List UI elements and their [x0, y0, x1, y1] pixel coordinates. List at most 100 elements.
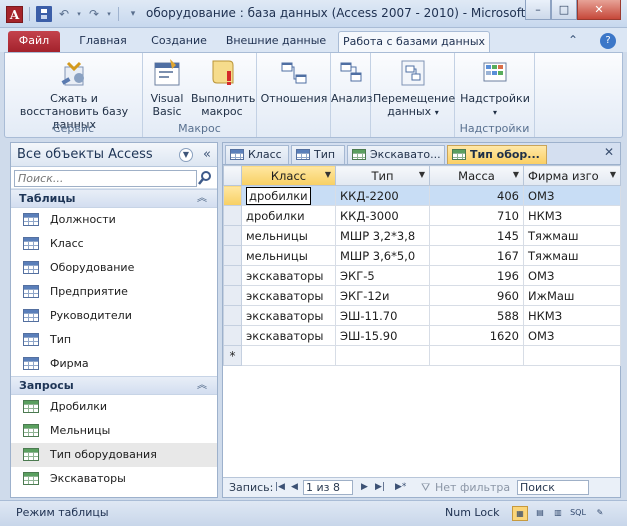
table-cell[interactable]: ЭКГ-5 — [335, 265, 430, 286]
redo-dropdown-icon[interactable]: ▾ — [106, 6, 112, 22]
table-row[interactable]: экскаваторы ЭШ-11.70 588 НКМЗ — [223, 305, 621, 326]
first-record-icon[interactable]: |◀ — [275, 478, 285, 497]
row-selector[interactable] — [223, 285, 242, 306]
next-record-icon[interactable]: ▶ — [361, 478, 368, 497]
help-icon[interactable]: ? — [600, 33, 616, 49]
filter-icon[interactable]: ⛛ — [421, 478, 430, 497]
table-cell[interactable]: ОМЗ — [523, 325, 621, 346]
run-macro-button[interactable]: Выполнить макрос — [191, 57, 255, 118]
nav-table-item[interactable]: Тип — [11, 328, 217, 352]
table-cell[interactable]: мельницы — [241, 245, 336, 266]
nav-section-tables[interactable]: Таблицы ︽ — [11, 189, 217, 208]
section-collapse-icon[interactable]: ︽ — [197, 190, 207, 207]
row-selector[interactable] — [223, 205, 242, 226]
nav-query-item[interactable]: Тип оборудования — [11, 443, 217, 467]
table-cell[interactable]: НКМЗ — [523, 205, 621, 226]
relationships-button[interactable]: Отношения — [259, 57, 329, 105]
redo-icon[interactable]: ↷ — [86, 6, 102, 22]
table-cell[interactable]: ЭШ-15.90 — [335, 325, 430, 346]
sort-filter-icon[interactable]: ▼ — [325, 170, 331, 179]
move-data-button[interactable]: Перемещение данных ▾ — [373, 57, 455, 119]
column-header-mass[interactable]: Масса ▼ — [429, 165, 524, 186]
nav-dropdown-icon[interactable]: ▼ — [179, 148, 193, 162]
table-row[interactable]: мельницы МШР 3,2*3,8 145 Тяжмаш — [223, 225, 621, 246]
doc-tab-class[interactable]: Класс — [225, 145, 289, 164]
table-cell[interactable]: ЭШ-11.70 — [335, 305, 430, 326]
last-record-icon[interactable]: ▶| — [375, 478, 385, 497]
visual-basic-button[interactable]: Visual Basic — [147, 57, 187, 118]
undo-dropdown-icon[interactable]: ▾ — [76, 6, 82, 22]
minimize-button[interactable]: – — [525, 0, 551, 20]
table-cell[interactable]: 588 — [429, 305, 524, 326]
row-selector[interactable] — [223, 305, 242, 326]
table-cell[interactable]: экскаваторы — [241, 325, 336, 346]
maximize-button[interactable]: □ — [551, 0, 577, 20]
nav-collapse-icon[interactable]: « — [203, 143, 211, 166]
row-selector[interactable] — [223, 185, 242, 206]
table-cell[interactable] — [335, 345, 430, 366]
nav-query-item[interactable]: Экскаваторы — [11, 467, 217, 491]
new-record-icon[interactable]: ▶* — [395, 478, 406, 497]
table-cell[interactable]: ОМЗ — [523, 265, 621, 286]
record-search-input[interactable]: Поиск — [517, 480, 589, 495]
access-app-icon[interactable]: A — [6, 5, 23, 23]
sort-filter-icon[interactable]: ▼ — [513, 170, 519, 179]
close-document-icon[interactable]: ✕ — [604, 145, 614, 159]
filter-status[interactable]: Нет фильтра — [435, 478, 510, 497]
tab-database-tools[interactable]: Работа с базами данных — [338, 31, 490, 52]
sql-view-button[interactable]: SQL — [567, 506, 589, 521]
table-row[interactable]: экскаваторы ЭКГ-12и 960 ИжМаш — [223, 285, 621, 306]
row-selector[interactable] — [223, 265, 242, 286]
nav-table-item[interactable]: Класс — [11, 232, 217, 256]
table-row[interactable]: экскаваторы ЭКГ-5 196 ОМЗ — [223, 265, 621, 286]
datasheet-view-icon[interactable]: ▦ — [512, 506, 528, 521]
record-position-field[interactable]: 1 из 8 — [303, 480, 353, 495]
select-all-cell[interactable] — [223, 165, 242, 186]
nav-section-queries[interactable]: Запросы ︽ — [11, 376, 217, 395]
table-cell[interactable]: Тяжмаш — [523, 225, 621, 246]
table-cell[interactable]: МШР 3,2*3,8 — [335, 225, 430, 246]
table-cell[interactable] — [241, 345, 336, 366]
nav-table-item[interactable]: Фирма — [11, 352, 217, 376]
doc-tab-excavators[interactable]: Экскавато... — [347, 145, 445, 164]
table-cell[interactable] — [523, 345, 621, 366]
nav-table-item[interactable]: Руководители — [11, 304, 217, 328]
table-cell[interactable]: Тяжмаш — [523, 245, 621, 266]
nav-table-item[interactable]: Предприятие — [11, 280, 217, 304]
minimize-ribbon-icon[interactable]: ⌃ — [568, 33, 578, 47]
row-selector[interactable] — [223, 225, 242, 246]
table-cell[interactable]: 406 — [429, 185, 524, 206]
table-cell[interactable]: 167 — [429, 245, 524, 266]
doc-tab-type[interactable]: Тип — [291, 145, 345, 164]
pivot-chart-view-icon[interactable]: ▥ — [550, 506, 566, 521]
nav-query-item[interactable]: Мельницы — [11, 419, 217, 443]
table-cell[interactable]: НКМЗ — [523, 305, 621, 326]
table-cell[interactable]: дробилки — [241, 205, 336, 226]
pivot-table-view-icon[interactable]: ▤ — [532, 506, 548, 521]
nav-table-item[interactable]: Должности — [11, 208, 217, 232]
column-header-manufacturer[interactable]: Фирма изго ▼ — [523, 165, 621, 186]
new-record-marker[interactable]: * — [223, 345, 242, 366]
table-cell[interactable]: 145 — [429, 225, 524, 246]
design-view-icon[interactable]: ✎ — [592, 506, 608, 521]
table-cell[interactable]: мельницы — [241, 225, 336, 246]
analyze-button[interactable]: Анализ — [331, 57, 373, 105]
table-cell[interactable]: ЭКГ-12и — [335, 285, 430, 306]
section-collapse-icon[interactable]: ︽ — [197, 377, 207, 394]
nav-pane-header[interactable]: Все объекты Access ▼ « — [11, 143, 217, 167]
compact-repair-button[interactable]: Сжать и восстановить базу данных — [11, 57, 137, 131]
table-cell[interactable]: МШР 3,6*5,0 — [335, 245, 430, 266]
table-cell[interactable]: 196 — [429, 265, 524, 286]
nav-table-item[interactable]: Оборудование — [11, 256, 217, 280]
tab-home[interactable]: Главная — [70, 31, 136, 52]
table-cell[interactable]: 1620 — [429, 325, 524, 346]
table-cell[interactable]: ОМЗ — [523, 185, 621, 206]
table-cell[interactable]: экскаваторы — [241, 285, 336, 306]
table-cell[interactable]: ККД-2200 — [335, 185, 430, 206]
nav-query-item[interactable]: Дробилки — [11, 395, 217, 419]
table-cell[interactable]: ИжМаш — [523, 285, 621, 306]
table-cell[interactable]: ККД-3000 — [335, 205, 430, 226]
row-selector[interactable] — [223, 245, 242, 266]
sort-filter-icon[interactable]: ▼ — [419, 170, 425, 179]
table-cell[interactable] — [429, 345, 524, 366]
